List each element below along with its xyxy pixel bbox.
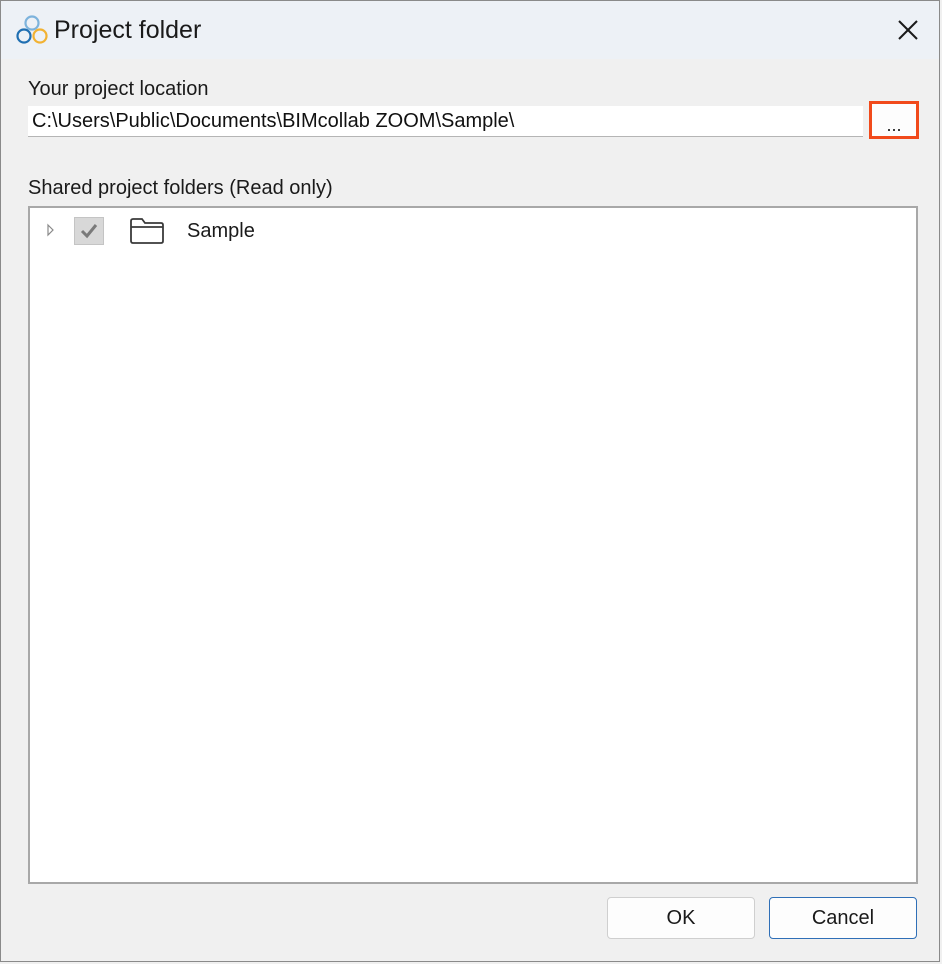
- shared-folders-label: Shared project folders (Read only): [28, 177, 333, 199]
- bimcollab-logo-icon: [16, 15, 48, 44]
- close-icon: [898, 20, 918, 40]
- expand-arrow-icon[interactable]: [46, 223, 56, 237]
- window-title: Project folder: [54, 16, 202, 44]
- folder-icon: [130, 218, 164, 244]
- tree-item-sample[interactable]: Sample: [30, 212, 916, 250]
- cancel-button[interactable]: Cancel: [769, 897, 917, 939]
- ok-button[interactable]: OK: [607, 897, 755, 939]
- project-location-label: Your project location: [28, 78, 209, 100]
- title-bar: Project folder: [1, 1, 939, 59]
- project-folder-dialog: Project folder Your project location ...…: [0, 0, 940, 962]
- close-button[interactable]: [877, 1, 939, 59]
- browse-button[interactable]: ...: [869, 101, 919, 139]
- tree-item-checkbox: [74, 217, 104, 245]
- tree-item-label: Sample: [187, 220, 255, 242]
- checkmark-icon: [80, 224, 98, 239]
- project-location-input[interactable]: [28, 106, 863, 137]
- shared-folders-tree[interactable]: Sample: [28, 206, 918, 884]
